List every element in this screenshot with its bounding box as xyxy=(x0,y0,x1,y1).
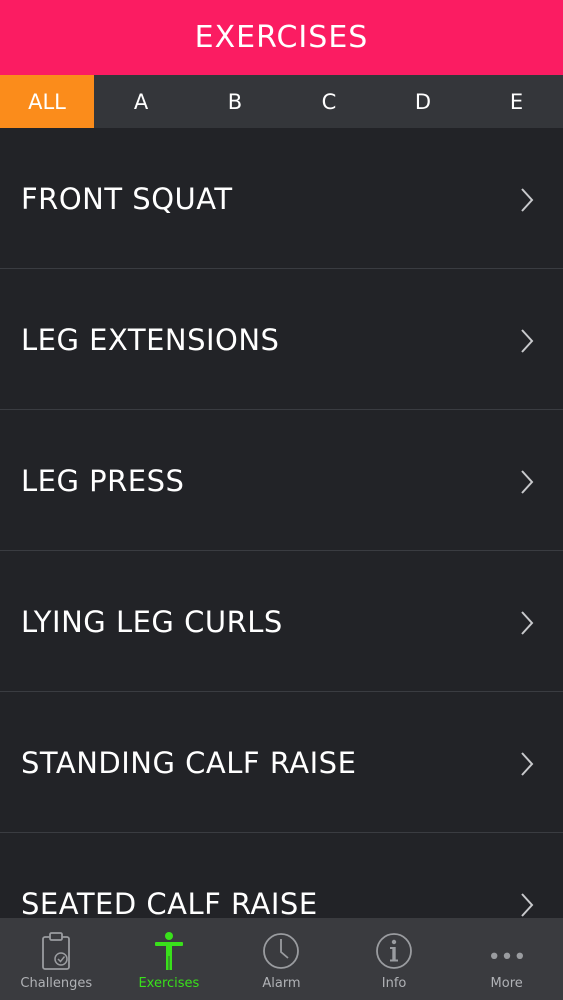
letter-filter-tabs: ALL A B C D E xyxy=(0,75,563,128)
exercise-row-seated-calf-raise[interactable]: SEATED CALF RAISE xyxy=(0,833,563,918)
exercise-list: FRONT SQUAT LEG EXTENSIONS LEG PRESS LYI… xyxy=(0,128,563,918)
tab-d[interactable]: D xyxy=(376,75,470,128)
exercise-label: LEG PRESS xyxy=(21,464,185,498)
tab-c[interactable]: C xyxy=(282,75,376,128)
exercise-label: LYING LEG CURLS xyxy=(21,605,283,639)
tab-bar-exercises[interactable]: Exercises xyxy=(113,918,226,1000)
exercise-label: STANDING CALF RAISE xyxy=(21,746,357,780)
tab-all[interactable]: ALL xyxy=(0,75,94,128)
tab-bar-alarm[interactable]: Alarm xyxy=(225,918,338,1000)
tab-label: A xyxy=(133,89,149,114)
more-dots-icon xyxy=(487,930,527,972)
exercise-row-leg-press[interactable]: LEG PRESS xyxy=(0,410,563,551)
tab-e[interactable]: E xyxy=(470,75,563,128)
tab-b[interactable]: B xyxy=(188,75,282,128)
tab-label: ALL xyxy=(28,89,66,114)
chevron-right-icon xyxy=(521,470,534,494)
bottom-tab-bar: Challenges Exercises Alarm Info More xyxy=(0,918,563,1000)
info-icon xyxy=(374,930,414,972)
tab-bar-label: Info xyxy=(381,976,407,991)
tab-bar-label: More xyxy=(490,976,523,991)
clipboard-check-icon xyxy=(36,930,76,972)
chevron-right-icon xyxy=(521,893,534,917)
person-icon xyxy=(149,930,189,972)
chevron-right-icon xyxy=(521,611,534,635)
clock-icon xyxy=(261,930,301,972)
exercise-row-leg-extensions[interactable]: LEG EXTENSIONS xyxy=(0,269,563,410)
page-title: EXERCISES xyxy=(194,20,369,55)
tab-a[interactable]: A xyxy=(94,75,188,128)
tab-label: E xyxy=(509,89,524,114)
tab-label: B xyxy=(227,89,243,114)
exercise-label: LEG EXTENSIONS xyxy=(21,323,280,357)
exercise-label: SEATED CALF RAISE xyxy=(21,887,318,918)
tab-bar-label: Challenges xyxy=(20,976,93,991)
tab-label: C xyxy=(321,89,337,114)
tab-label: D xyxy=(414,89,432,114)
tab-bar-more[interactable]: More xyxy=(450,918,563,1000)
tab-bar-label: Alarm xyxy=(262,976,301,991)
exercise-label: FRONT SQUAT xyxy=(21,182,233,216)
tab-bar-challenges[interactable]: Challenges xyxy=(0,918,113,1000)
chevron-right-icon xyxy=(521,188,534,212)
tab-bar-label: Exercises xyxy=(138,976,200,991)
exercise-row-front-squat[interactable]: FRONT SQUAT xyxy=(0,128,563,269)
header-bar: EXERCISES xyxy=(0,0,563,75)
exercise-row-lying-leg-curls[interactable]: LYING LEG CURLS xyxy=(0,551,563,692)
chevron-right-icon xyxy=(521,752,534,776)
exercise-row-standing-calf-raise[interactable]: STANDING CALF RAISE xyxy=(0,692,563,833)
chevron-right-icon xyxy=(521,329,534,353)
tab-bar-info[interactable]: Info xyxy=(338,918,451,1000)
